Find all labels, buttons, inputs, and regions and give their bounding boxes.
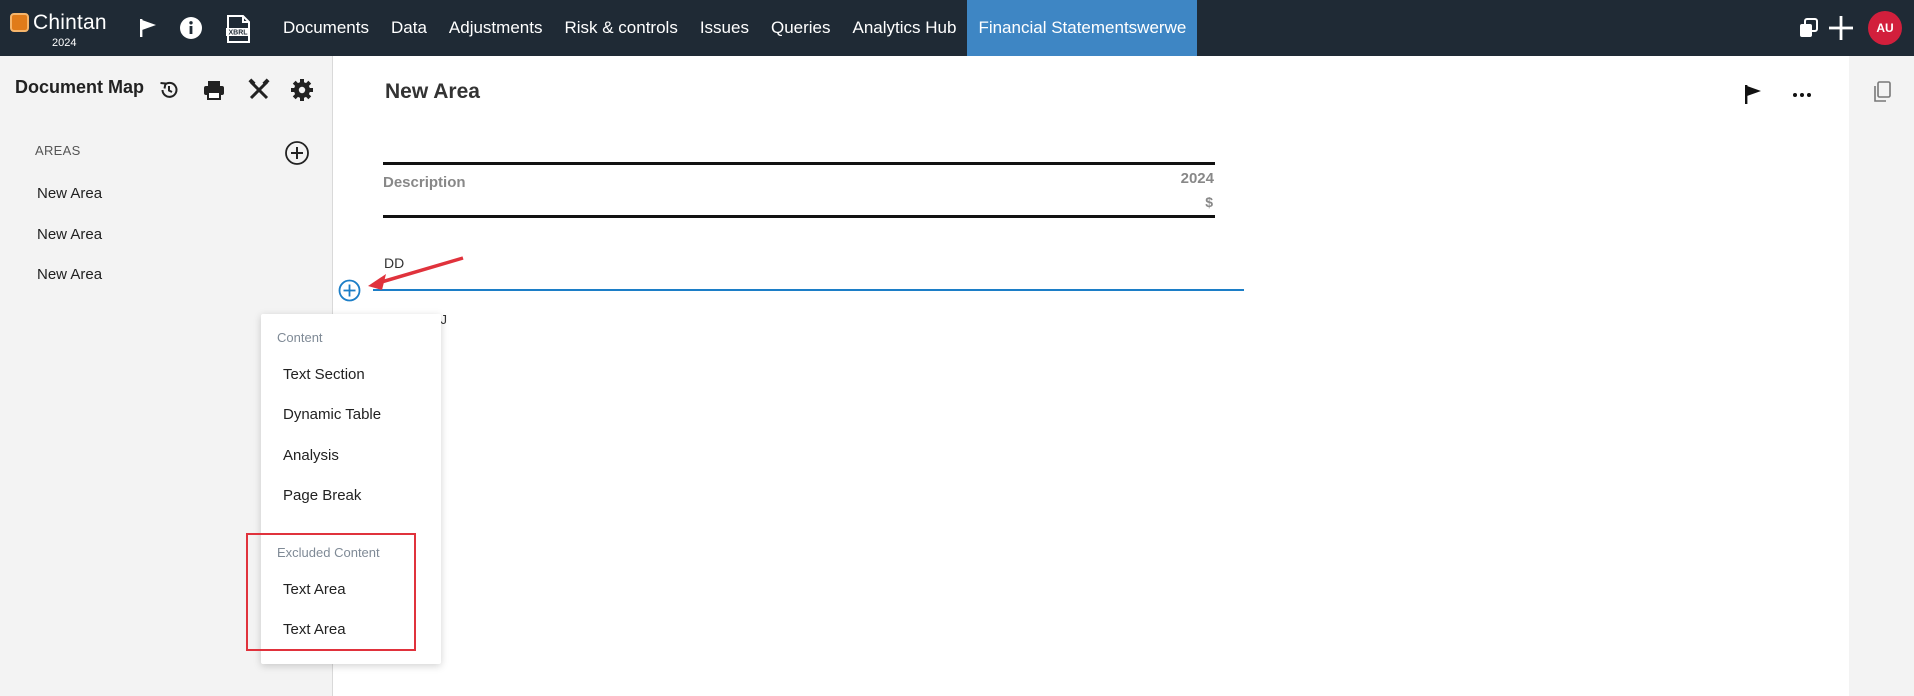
right-side-panel [1849, 56, 1914, 696]
nav-issues[interactable]: Issues [689, 0, 760, 56]
gear-icon[interactable] [288, 76, 316, 104]
plus-icon[interactable] [1827, 14, 1855, 42]
column-header-unit: $ [1205, 194, 1213, 210]
menu-item-analysis[interactable]: Analysis [283, 447, 339, 464]
areas-section-label: AREAS [35, 143, 81, 158]
annotation-arrow-icon [368, 256, 464, 290]
menu-section-content: Content [277, 330, 323, 345]
nav-financial-statements[interactable]: Financial Statementswerwe [967, 0, 1198, 56]
app-logo-icon [10, 13, 29, 32]
nav-adjustments[interactable]: Adjustments [438, 0, 554, 56]
table-header-bottom-rule [383, 215, 1215, 218]
nav-risk-controls[interactable]: Risk & controls [553, 0, 688, 56]
top-navigation-bar: Chintan 2024 XBRL Documents Data Adjustm… [0, 0, 1914, 56]
menu-item-text-section[interactable]: Text Section [283, 366, 365, 383]
print-icon[interactable] [200, 76, 228, 104]
menu-item-page-break[interactable]: Page Break [283, 487, 361, 504]
info-icon[interactable] [177, 14, 205, 42]
nav-queries[interactable]: Queries [760, 0, 842, 56]
add-area-button[interactable] [284, 140, 310, 166]
annotation-highlight-box [246, 533, 416, 651]
insert-position-line [373, 289, 1244, 291]
page-title: New Area [385, 80, 480, 103]
plus-circle-icon [338, 279, 361, 302]
nav-data[interactable]: Data [380, 0, 438, 56]
nav-documents[interactable]: Documents [272, 0, 380, 56]
menu-item-dynamic-table[interactable]: Dynamic Table [283, 406, 381, 423]
app-year: 2024 [52, 37, 77, 49]
user-avatar[interactable]: AU [1868, 11, 1902, 45]
app-brand[interactable]: Chintan 2024 [10, 8, 110, 50]
sidebar-area-item[interactable]: New Area [37, 185, 102, 202]
nav-analytics-hub[interactable]: Analytics Hub [842, 0, 968, 56]
more-icon[interactable] [1788, 80, 1816, 108]
column-header-year: 2024 [1180, 170, 1214, 187]
xbrl-icon[interactable]: XBRL [222, 13, 254, 45]
flag-icon[interactable] [1739, 80, 1767, 108]
app-name: Chintan [33, 11, 107, 34]
copy-icon[interactable] [1870, 80, 1894, 104]
sidebar-area-item[interactable]: New Area [37, 226, 102, 243]
flag-icon[interactable] [134, 14, 162, 42]
column-header-description: Description [383, 174, 466, 191]
windows-icon[interactable] [1795, 14, 1823, 42]
table-top-rule [383, 162, 1215, 165]
sidebar-area-item[interactable]: New Area [37, 266, 102, 283]
history-icon[interactable] [155, 76, 183, 104]
insert-content-button[interactable] [338, 279, 361, 302]
main-nav: Documents Data Adjustments Risk & contro… [272, 0, 1198, 56]
plus-circle-icon [285, 141, 309, 165]
sidebar-title: Document Map [15, 77, 145, 97]
tools-icon[interactable] [245, 76, 273, 104]
svg-text:XBRL: XBRL [228, 30, 248, 37]
